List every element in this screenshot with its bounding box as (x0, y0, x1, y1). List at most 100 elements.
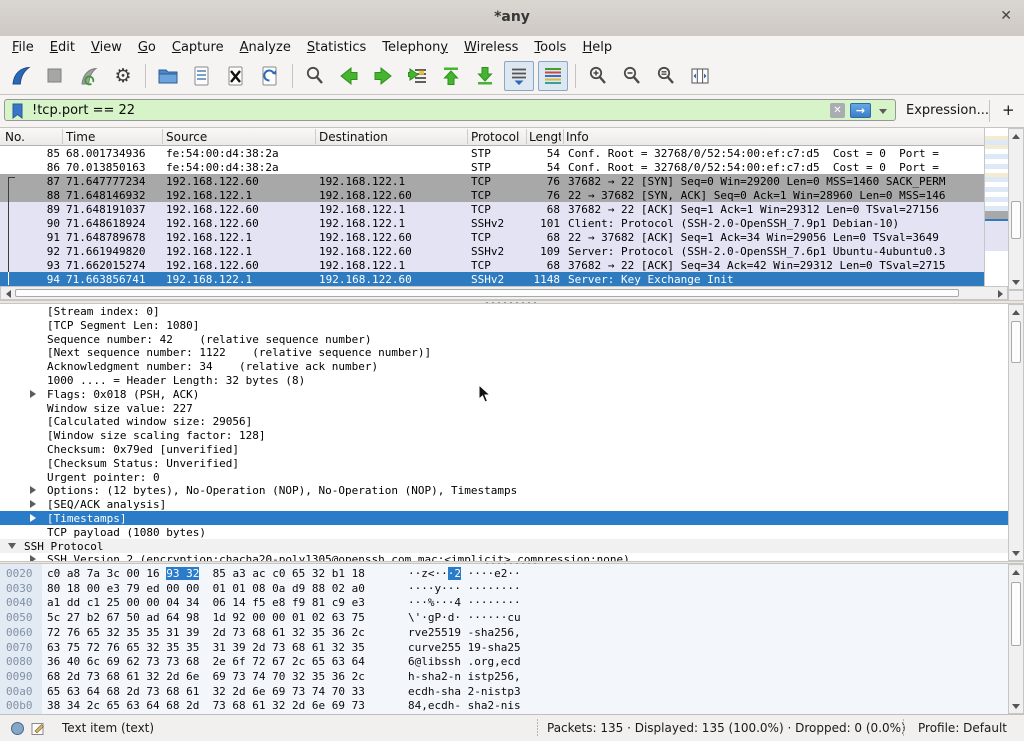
menu-view[interactable]: View (83, 38, 130, 57)
detail-line[interactable]: [Calculated window size: 29056] (0, 414, 1008, 428)
packet-row-89[interactable]: 8971.648191037192.168.122.60192.168.122.… (0, 202, 984, 216)
menu-telephony[interactable]: Telephony (374, 38, 456, 57)
detail-line[interactable]: SSH Version 2 (encryption:chacha20-poly1… (0, 552, 1008, 561)
stop-capture-button[interactable] (40, 61, 70, 91)
menu-file[interactable]: File (4, 38, 42, 57)
packet-row-90[interactable]: 9071.648618924192.168.122.60192.168.122.… (0, 216, 984, 230)
hex-bytes[interactable]: 68 2d 73 68 61 32 2d 6e 69 73 74 70 32 3… (47, 670, 365, 683)
detail-line[interactable]: [Timestamps] (0, 511, 1008, 525)
details-vscrollbar[interactable] (1008, 304, 1024, 561)
packet-row-92[interactable]: 9271.661949820192.168.122.1192.168.122.6… (0, 244, 984, 258)
ascii-bytes[interactable]: 84,ecdh- sha2-nis (408, 699, 521, 712)
apply-filter-button[interactable]: → (850, 103, 871, 118)
scroll-down-icon[interactable] (1009, 546, 1023, 560)
hex-row-0030[interactable]: 003080 18 00 e3 79 ed 00 00 01 01 08 0a … (0, 581, 1008, 596)
menu-analyze[interactable]: Analyze (232, 38, 299, 57)
column-separator[interactable] (467, 129, 468, 144)
add-filter-button[interactable]: + (1002, 101, 1015, 119)
scroll-left-icon[interactable] (1, 287, 15, 301)
detail-line[interactable]: [SEQ/ACK analysis] (0, 497, 1008, 511)
hex-bytes[interactable]: a1 dd c1 25 00 00 04 34 06 14 f5 e8 f9 8… (47, 596, 365, 609)
menu-capture[interactable]: Capture (164, 38, 232, 57)
hex-row-0070[interactable]: 007063 75 72 76 65 32 35 35 31 39 2d 73 … (0, 640, 1008, 655)
find-packet-button[interactable] (300, 61, 330, 91)
ascii-bytes[interactable]: 6@libssh .org,ecd (408, 655, 521, 668)
packet-row-93[interactable]: 9371.662015274192.168.122.60192.168.122.… (0, 258, 984, 272)
go-forward-button[interactable] (368, 61, 398, 91)
detail-line[interactable]: SSH Protocol (0, 539, 1008, 553)
resize-columns-button[interactable] (685, 61, 715, 91)
bytes-vscrollbar[interactable] (1008, 564, 1024, 714)
column-separator[interactable] (315, 129, 316, 144)
detail-line[interactable]: [Checksum Status: Unverified] (0, 456, 1008, 470)
hex-bytes[interactable]: 38 34 2c 65 63 64 68 2d 73 68 61 32 2d 6… (47, 699, 365, 712)
expert-info-icon[interactable] (10, 721, 25, 739)
detail-line[interactable]: Checksum: 0x79ed [unverified] (0, 442, 1008, 456)
detail-line[interactable]: [TCP Segment Len: 1080] (0, 318, 1008, 332)
column-separator[interactable] (563, 129, 564, 144)
column-header-source[interactable]: Source (166, 130, 313, 144)
hex-bytes[interactable]: 36 40 6c 69 62 73 73 68 2e 6f 72 67 2c 6… (47, 655, 365, 668)
packet-row-94[interactable]: 9471.663856741192.168.122.1192.168.122.6… (0, 272, 984, 286)
scroll-up-icon[interactable] (1009, 565, 1023, 579)
ascii-bytes[interactable]: ··z<···2 ····e2·· (408, 567, 521, 580)
hex-bytes[interactable]: 80 18 00 e3 79 ed 00 00 01 01 08 0a d9 8… (47, 582, 365, 595)
scrollbar-thumb[interactable] (1011, 582, 1021, 646)
save-file-button[interactable] (187, 61, 217, 91)
column-header-protocol[interactable]: Protocol (471, 130, 524, 144)
start-capture-button[interactable] (6, 61, 36, 91)
column-separator[interactable] (162, 129, 163, 144)
detail-line[interactable]: Flags: 0x018 (PSH, ACK) (0, 387, 1008, 401)
scrollbar-thumb[interactable] (1011, 201, 1021, 239)
hex-bytes[interactable]: 5c 27 b2 67 50 ad 64 98 1d 92 00 00 01 0… (47, 611, 365, 624)
hex-row-00a0[interactable]: 00a065 63 64 68 2d 73 68 61 32 2d 6e 69 … (0, 684, 1008, 699)
column-header-info[interactable]: Info (566, 130, 982, 144)
zoom-in-button[interactable] (583, 61, 613, 91)
filter-history-caret-icon[interactable] (879, 109, 887, 114)
detail-line[interactable]: Acknowledgment number: 34 (relative ack … (0, 359, 1008, 373)
open-file-button[interactable] (153, 61, 183, 91)
scroll-down-icon[interactable] (1009, 275, 1023, 289)
collapsed-arrow-icon[interactable] (30, 500, 36, 508)
menu-wireless[interactable]: Wireless (456, 38, 526, 57)
packet-list-hscrollbar[interactable] (0, 286, 1008, 300)
detail-line[interactable]: Urgent pointer: 0 (0, 470, 1008, 484)
ascii-bytes[interactable]: \'·gP·d· ······cu (408, 611, 521, 624)
menu-statistics[interactable]: Statistics (299, 38, 374, 57)
hex-bytes[interactable]: 65 63 64 68 2d 73 68 61 32 2d 6e 69 73 7… (47, 685, 365, 698)
detail-line[interactable]: 1000 .... = Header Length: 32 bytes (8) (0, 373, 1008, 387)
capture-comment-icon[interactable] (31, 721, 46, 739)
clear-filter-button[interactable]: ✕ (830, 103, 845, 118)
scrollbar-thumb[interactable] (15, 289, 959, 297)
hex-row-0050[interactable]: 00505c 27 b2 67 50 ad 64 98 1d 92 00 00 … (0, 610, 1008, 625)
scroll-up-icon[interactable] (1009, 305, 1023, 319)
menu-go[interactable]: Go (130, 38, 164, 57)
column-header-destination[interactable]: Destination (319, 130, 465, 144)
scroll-down-icon[interactable] (1009, 699, 1023, 713)
detail-line[interactable]: Sequence number: 42 (relative sequence n… (0, 332, 1008, 346)
hex-bytes[interactable]: c0 a8 7a 3c 00 16 93 32 85 a3 ac c0 65 3… (47, 567, 365, 580)
collapsed-arrow-icon[interactable] (30, 390, 36, 398)
expression-button[interactable]: Expression... (906, 103, 989, 118)
collapsed-arrow-icon[interactable] (30, 514, 36, 522)
close-button[interactable]: ✕ (1000, 8, 1012, 24)
packet-row-88[interactable]: 8871.648146932192.168.122.1192.168.122.6… (0, 188, 984, 202)
auto-scroll-toggle[interactable] (504, 61, 534, 91)
hex-bytes[interactable]: 63 75 72 76 65 32 35 35 31 39 2d 73 68 6… (47, 641, 365, 654)
hex-row-00b0[interactable]: 00b038 34 2c 65 63 64 68 2d 73 68 61 32 … (0, 698, 1008, 713)
hex-bytes[interactable]: 72 76 65 32 35 35 31 39 2d 73 68 61 32 3… (47, 626, 365, 639)
detail-line[interactable]: TCP payload (1080 bytes) (0, 525, 1008, 539)
hex-row-0060[interactable]: 006072 76 65 32 35 35 31 39 2d 73 68 61 … (0, 625, 1008, 640)
zoom-out-button[interactable] (617, 61, 647, 91)
column-header-time[interactable]: Time (66, 130, 162, 144)
hex-row-0040[interactable]: 0040a1 dd c1 25 00 00 04 34 06 14 f5 e8 … (0, 595, 1008, 610)
hex-row-0020[interactable]: 0020c0 a8 7a 3c 00 16 93 32 85 a3 ac c0 … (0, 566, 1008, 581)
column-header-no[interactable]: No. (5, 130, 60, 144)
colorize-toggle[interactable] (538, 61, 568, 91)
detail-line[interactable]: Options: (12 bytes), No-Operation (NOP),… (0, 483, 1008, 497)
go-to-packet-button[interactable] (402, 61, 432, 91)
hex-row-0090[interactable]: 009068 2d 73 68 61 32 2d 6e 69 73 74 70 … (0, 669, 1008, 684)
ascii-bytes[interactable]: h-sha2-n istp256, (408, 670, 521, 683)
packet-row-87[interactable]: 8771.647777234192.168.122.60192.168.122.… (0, 174, 984, 188)
go-last-button[interactable] (470, 61, 500, 91)
